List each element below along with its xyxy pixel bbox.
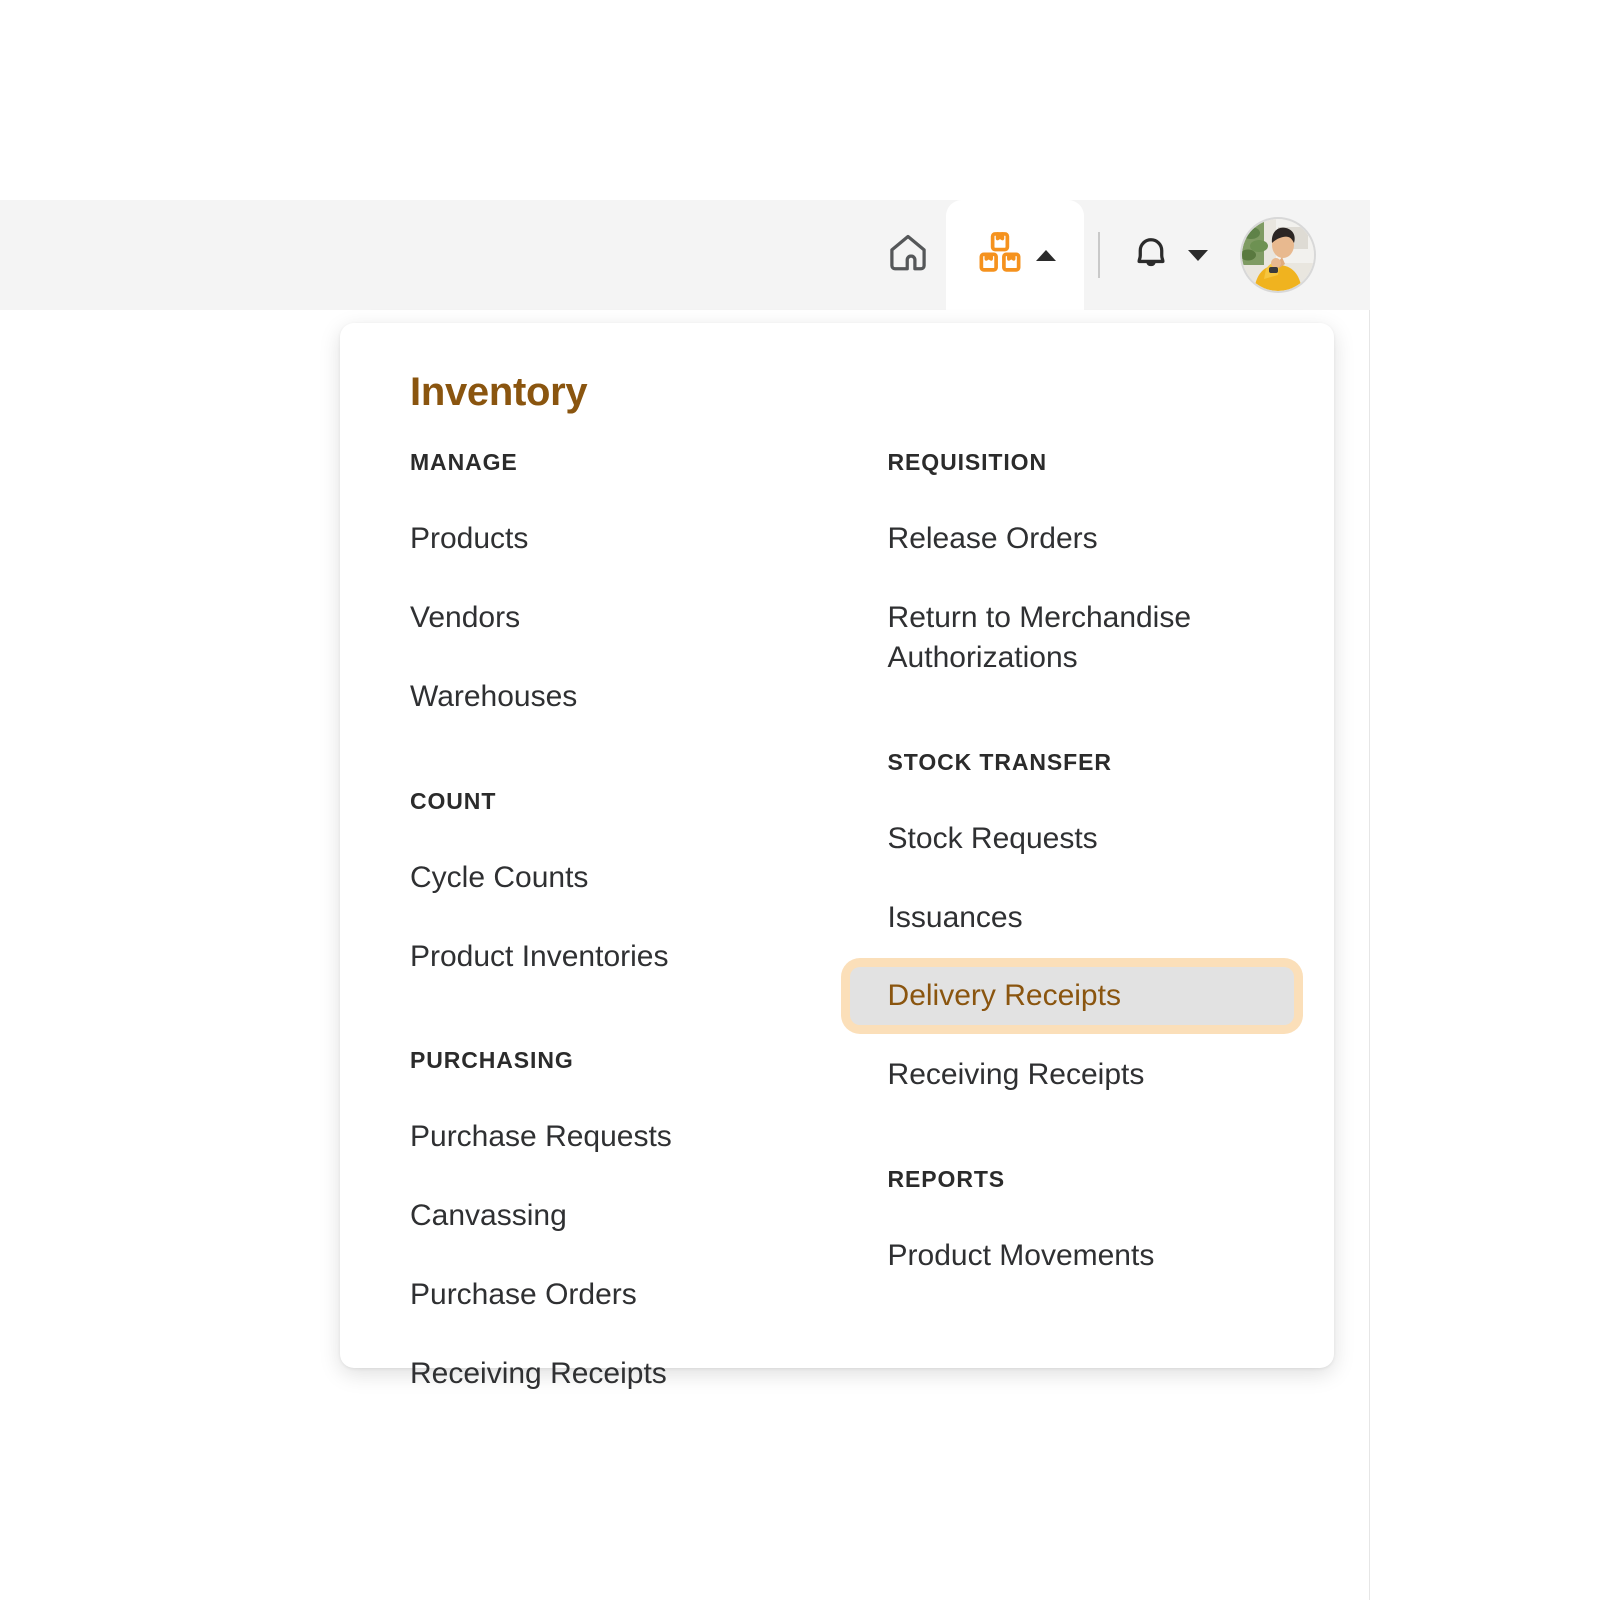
caret-down-icon: [1188, 249, 1208, 261]
menu-columns: MANAGE Products Vendors Warehouses COUNT…: [372, 449, 1294, 1403]
header-actions: [870, 200, 1370, 310]
notifications-button[interactable]: [1114, 230, 1216, 281]
menu-item-return-to-merchandise-authorizations[interactable]: Return to Merchandise Authorizations: [850, 589, 1294, 687]
menu-item-stock-requests[interactable]: Stock Requests: [850, 810, 1294, 868]
section-heading-reports: REPORTS: [887, 1166, 1006, 1193]
home-icon: [885, 230, 931, 281]
menu-item-product-movements[interactable]: Product Movements: [850, 1227, 1294, 1285]
top-header-bar: [0, 200, 1370, 310]
menu-item-release-orders[interactable]: Release Orders: [850, 510, 1294, 568]
section-heading-requisition: REQUISITION: [887, 449, 1047, 475]
bell-icon: [1128, 230, 1174, 281]
menu-item-warehouses[interactable]: Warehouses: [372, 668, 850, 726]
caret-up-icon: [1036, 249, 1056, 261]
home-button[interactable]: [870, 200, 946, 310]
menu-item-receiving-receipts-stock-transfer[interactable]: Receiving Receipts: [850, 1046, 1294, 1104]
menu-item-canvassing[interactable]: Canvassing: [372, 1187, 850, 1245]
section-heading-purchasing: PURCHASING: [410, 1047, 574, 1074]
menu-item-product-inventories[interactable]: Product Inventories: [372, 928, 850, 986]
section-heading-manage: MANAGE: [410, 449, 518, 475]
header-divider: [1098, 232, 1100, 278]
menu-item-products[interactable]: Products: [372, 510, 850, 568]
section-heading-count: COUNT: [410, 787, 497, 814]
app-frame-right-border: [1369, 200, 1370, 1600]
menu-item-issuances[interactable]: Issuances: [850, 889, 1294, 947]
page-title: Inventory: [410, 370, 588, 414]
avatar-image: [1242, 219, 1314, 291]
menu-item-purchase-requests[interactable]: Purchase Requests: [372, 1108, 850, 1166]
menu-item-purchase-orders[interactable]: Purchase Orders: [372, 1266, 850, 1324]
menu-item-cycle-counts[interactable]: Cycle Counts: [372, 849, 850, 907]
avatar[interactable]: [1242, 219, 1314, 291]
inventory-mega-menu: Inventory MANAGE Products Vendors Wareho…: [340, 323, 1334, 1390]
menu-item-delivery-receipts[interactable]: Delivery Receipts: [849, 967, 1294, 1026]
menu-column-left: MANAGE Products Vendors Warehouses COUNT…: [372, 449, 850, 1403]
menu-column-right: REQUISITION Release Orders Return to Mer…: [849, 449, 1294, 1403]
menu-item-receiving-receipts-purchasing[interactable]: Receiving Receipts: [372, 1345, 850, 1403]
boxes-icon: [974, 227, 1026, 284]
inventory-tab[interactable]: [946, 200, 1084, 310]
menu-item-vendors[interactable]: Vendors: [372, 589, 850, 647]
section-heading-stock-transfer: STOCK TRANSFER: [887, 748, 1112, 775]
